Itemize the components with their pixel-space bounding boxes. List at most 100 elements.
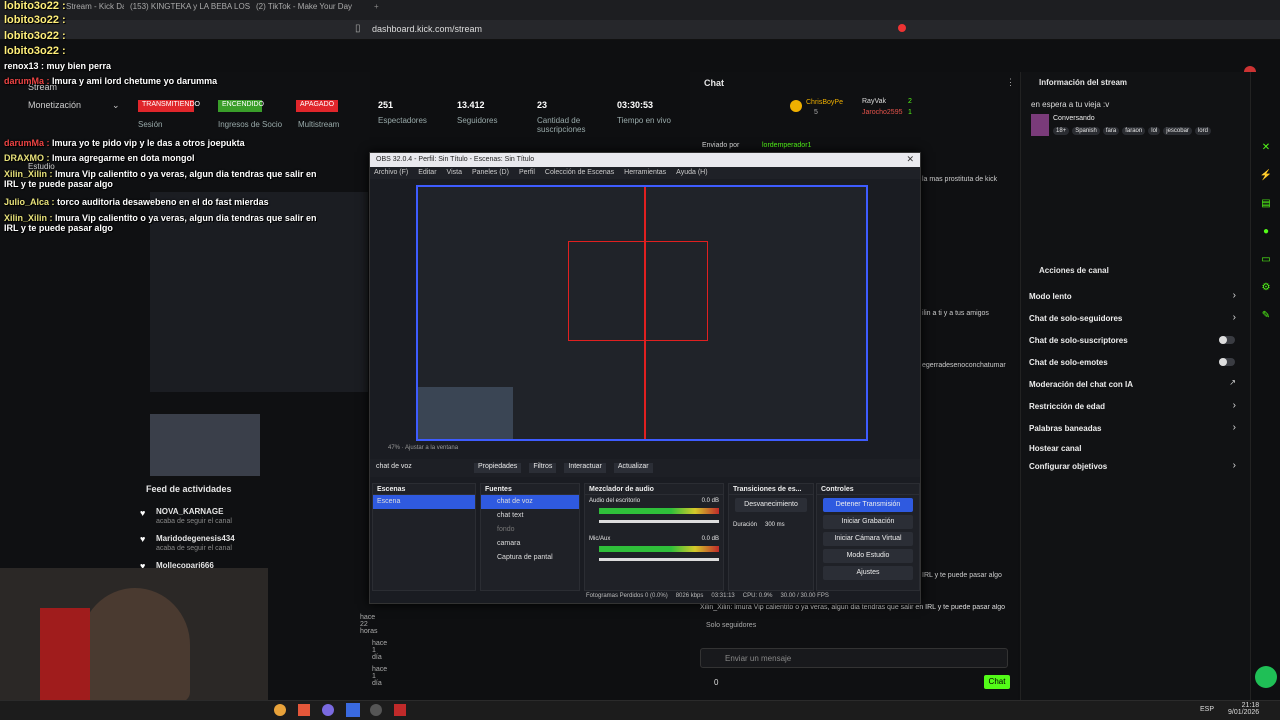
- chat-user: lobito3o22 :: [4, 45, 66, 57]
- tag[interactable]: lol: [1148, 127, 1161, 135]
- menu-item[interactable]: Editar: [418, 169, 436, 177]
- interact-button[interactable]: Interactuar: [564, 463, 606, 473]
- refresh-button[interactable]: Actualizar: [613, 463, 653, 473]
- filters-button[interactable]: Filtros: [529, 463, 557, 473]
- chat-user: Xilin_Xilin :: [4, 213, 53, 223]
- chat-user: lobito3o22 :: [4, 30, 66, 42]
- wrench-icon[interactable]: ✎: [1259, 310, 1273, 324]
- steam-icon[interactable]: [346, 703, 360, 717]
- stop-stream-button[interactable]: Detener Transmisión: [823, 498, 913, 512]
- document-icon[interactable]: ▤: [1259, 198, 1273, 212]
- nav-monetizacion[interactable]: Monetización: [28, 100, 81, 110]
- app-icon[interactable]: [394, 704, 406, 716]
- action-emotes-only[interactable]: Chat de solo-emotes: [1029, 358, 1108, 367]
- feed-time: hace 1 día: [372, 666, 388, 687]
- app-icon[interactable]: [322, 704, 334, 716]
- media-icon[interactable]: ▭: [1259, 254, 1273, 268]
- chat-send-button[interactable]: Chat: [984, 675, 1010, 689]
- chat-input[interactable]: Enviar un mensaje: [700, 648, 1008, 668]
- close-icon[interactable]: ✕: [906, 154, 914, 165]
- address-bar: ▯ dashboard.kick.com/stream: [0, 20, 1280, 78]
- properties-button[interactable]: Propiedades: [474, 463, 522, 473]
- lightning-icon[interactable]: ⚡: [1259, 170, 1273, 184]
- menu-item[interactable]: Perfil: [519, 169, 535, 177]
- tab-tiktok[interactable]: (2) TikTok - Make Your Day: [256, 2, 366, 18]
- duration-value[interactable]: 300 ms: [765, 522, 785, 528]
- tag[interactable]: lord: [1194, 127, 1211, 135]
- menu-item[interactable]: Herramientas: [624, 169, 666, 177]
- source-item[interactable]: chat text: [481, 509, 579, 523]
- url-field[interactable]: dashboard.kick.com/stream: [372, 24, 482, 34]
- fit-window[interactable]: Ajustar a la ventana: [405, 445, 458, 451]
- tab-kick-dashboard[interactable]: Stream - Kick Dashboard: [66, 2, 124, 18]
- action-slow-mode[interactable]: Modo lento: [1029, 292, 1072, 301]
- tag[interactable]: jescobar: [1163, 127, 1192, 135]
- action-age-restriction[interactable]: Restricción de edad: [1029, 402, 1105, 411]
- tag[interactable]: fara: [1102, 127, 1120, 135]
- obs-title: OBS 32.0.4 - Perfil: Sin Título - Escena…: [370, 153, 920, 167]
- more-icon[interactable]: ⋮: [1006, 77, 1015, 88]
- start-recording-button[interactable]: Iniciar Grabación: [823, 515, 913, 529]
- bookmark-icon[interactable]: ▯: [355, 23, 361, 34]
- dropped-frames: Fotogramas Perdidos 0 (0.0%): [586, 593, 668, 599]
- obs-icon[interactable]: [370, 704, 382, 716]
- brave-icon[interactable]: [298, 704, 310, 716]
- source-item[interactable]: camara: [481, 537, 579, 551]
- stream-category: Conversando: [1053, 115, 1095, 122]
- taskbar-clock[interactable]: 21:18 9/01/2026: [1228, 702, 1259, 716]
- gaming-chair: [40, 608, 90, 702]
- stream-time: 03:31:13: [711, 593, 735, 599]
- source-item[interactable]: chat de voz: [481, 495, 579, 509]
- toggle-emotes-only[interactable]: [1219, 358, 1235, 366]
- chat-bubble-icon[interactable]: ●: [1259, 226, 1273, 240]
- crown-icon: [790, 100, 802, 112]
- menu-item[interactable]: Archivo (F): [374, 169, 408, 177]
- subs-label: Cantidad de suscripciones: [537, 116, 586, 134]
- menu-item[interactable]: Vista: [447, 169, 462, 177]
- action-subs-only[interactable]: Chat de solo-suscriptores: [1029, 336, 1128, 345]
- source-item[interactable]: fondo: [481, 523, 579, 537]
- chevron-right-icon: ›: [1232, 290, 1236, 301]
- tab-label: (153) KINGTEKA y LA BEBA LOS REA...: [130, 2, 250, 11]
- source-item[interactable]: Captura de pantal: [481, 551, 579, 565]
- settings-button[interactable]: Ajustes: [823, 566, 913, 580]
- duration-label: Duración: [733, 522, 758, 528]
- volume-slider[interactable]: [599, 520, 719, 523]
- tab-youtube[interactable]: (153) KINGTEKA y LA BEBA LOS REA...: [130, 2, 250, 18]
- support-chat-icon[interactable]: [1255, 666, 1277, 688]
- menu-item[interactable]: Colección de Escenas: [545, 169, 614, 177]
- chat-user: Julio_Alca :: [4, 197, 55, 207]
- tool-icon[interactable]: ✕: [1259, 142, 1273, 156]
- studio-mode-button[interactable]: Modo Estudio: [823, 549, 913, 563]
- browser-tab-strip: Stream - Kick Dashboard (153) KINGTEKA y…: [0, 0, 1280, 20]
- settings-icon[interactable]: ⚙: [1259, 282, 1273, 296]
- extension-icon[interactable]: [898, 24, 906, 32]
- menu-item[interactable]: Paneles (D): [472, 169, 509, 177]
- tag[interactable]: faraon: [1122, 127, 1146, 135]
- transition-select[interactable]: Desvanecimiento: [735, 498, 807, 512]
- scene-item[interactable]: Escena: [373, 495, 475, 509]
- language-indicator[interactable]: ESP: [1200, 706, 1214, 713]
- webcam-overlay: [0, 568, 268, 702]
- tag[interactable]: Spanish: [1072, 127, 1100, 135]
- obs-preview[interactable]: [416, 185, 868, 441]
- taskbar-date: 9/01/2026: [1228, 709, 1260, 716]
- toggle-subs-only[interactable]: [1219, 336, 1235, 344]
- action-banned-words[interactable]: Palabras baneadas: [1029, 424, 1101, 433]
- action-ai-moderation[interactable]: Moderación del chat con IA: [1029, 380, 1133, 389]
- channel-actions-title: Acciones de canal: [1039, 266, 1109, 275]
- chrome-icon[interactable]: [274, 704, 286, 716]
- tag[interactable]: 18+: [1053, 127, 1070, 135]
- chevron-down-icon[interactable]: ⌄: [112, 100, 120, 111]
- viewers-value: 251: [378, 100, 394, 110]
- menu-item[interactable]: Ayuda (H): [676, 169, 707, 177]
- action-followers-only[interactable]: Chat de solo-seguidores: [1029, 314, 1122, 323]
- volume-slider[interactable]: [599, 558, 719, 561]
- chat-message: Xilin_Xilin: lmura Vip calientito o ya v…: [700, 604, 1006, 611]
- heart-icon: ♥: [140, 508, 146, 518]
- new-tab-button[interactable]: +: [374, 2, 386, 18]
- action-host-channel[interactable]: Hostear canal: [1029, 444, 1081, 453]
- action-goals[interactable]: Configurar objetivos: [1029, 462, 1107, 471]
- pinned-label: Enviado por: [702, 142, 740, 149]
- virtual-camera-button[interactable]: Iniciar Cámara Virtual: [823, 532, 913, 546]
